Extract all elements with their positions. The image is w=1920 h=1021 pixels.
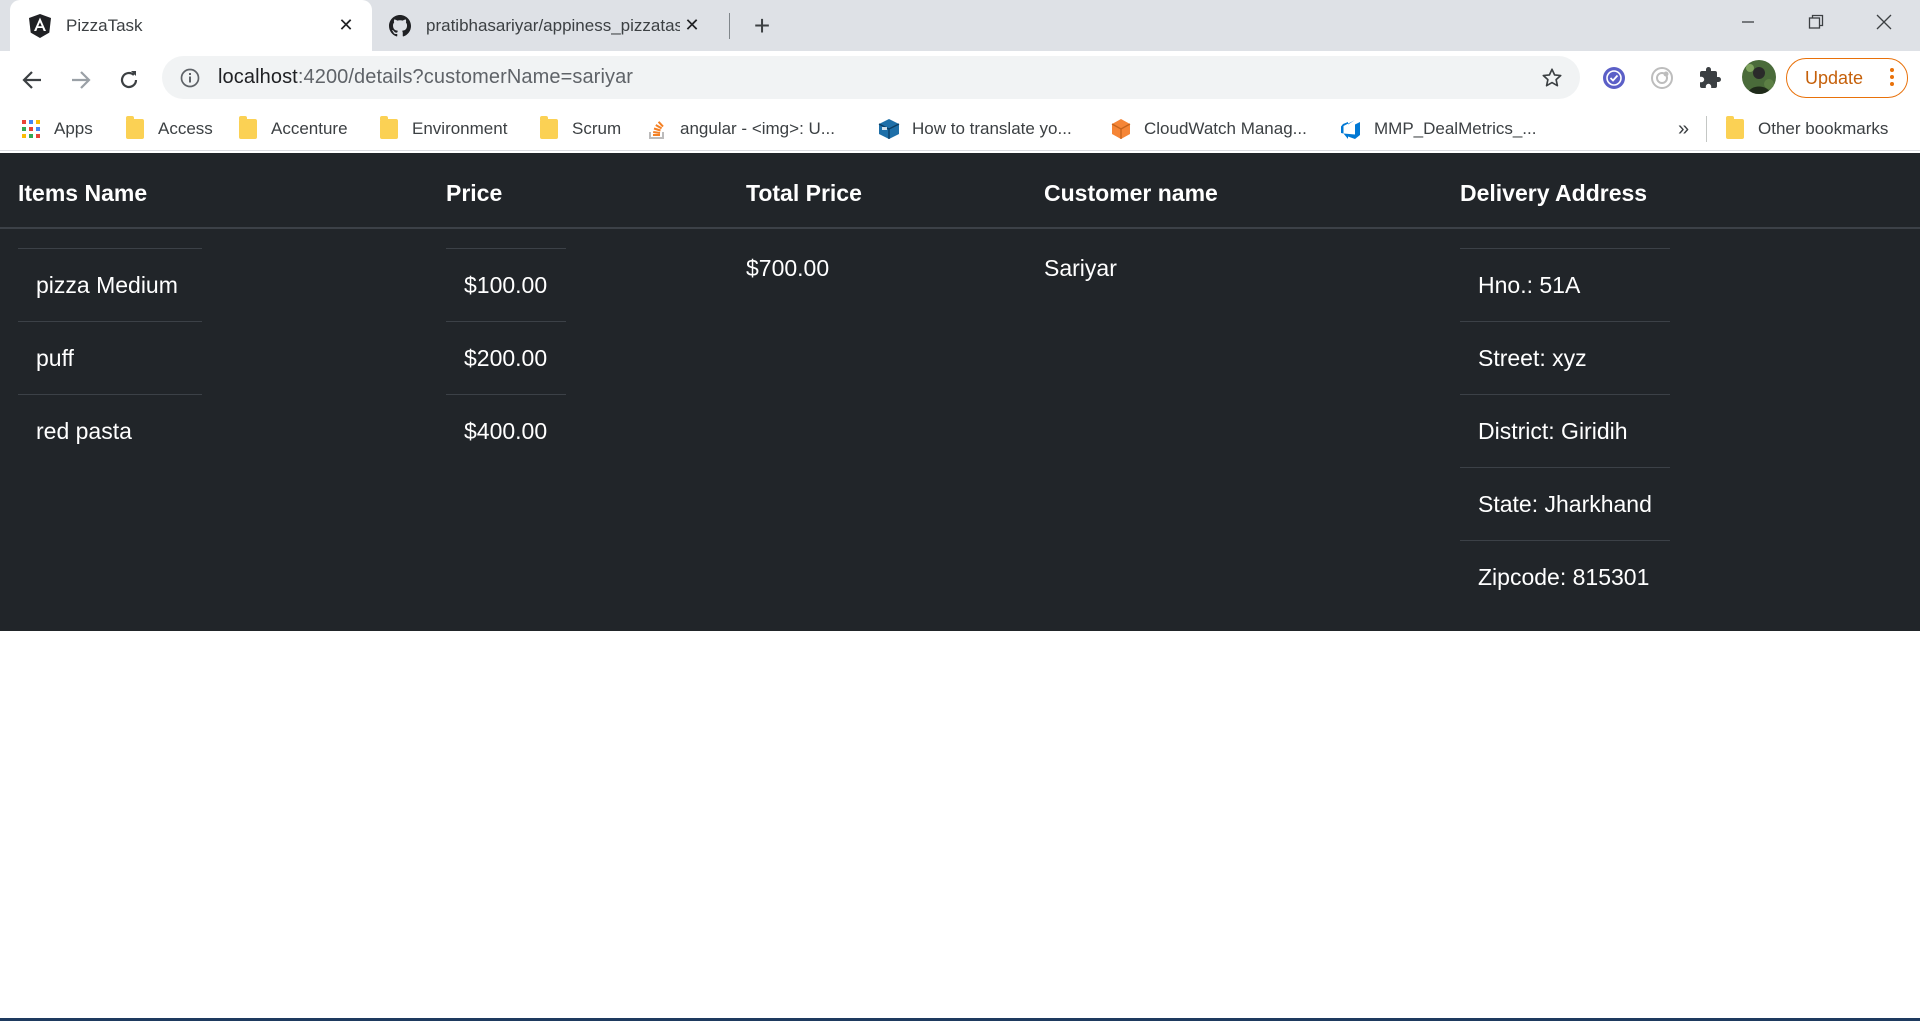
extension-target-icon[interactable]	[1646, 62, 1678, 94]
azure-devops-icon	[1340, 118, 1362, 140]
address-bar[interactable]: localhost:4200/details?customerName=sari…	[162, 56, 1580, 99]
bookmark-label: Environment	[412, 119, 508, 138]
forward-button[interactable]	[63, 62, 99, 98]
list-item: Hno.: 51A	[1460, 249, 1670, 322]
header-total-price: Total Price	[746, 180, 862, 206]
prices-list: $100.00 $200.00 $400.00	[446, 248, 566, 468]
customer-name-value: Sariyar	[1044, 255, 1117, 281]
list-item: $400.00	[464, 418, 548, 444]
list-item: puff	[18, 322, 202, 395]
url-text[interactable]: localhost:4200/details?customerName=sari…	[218, 66, 633, 89]
bookmark-other[interactable]: Other bookmarks	[1724, 107, 1888, 151]
bookmark-star-icon[interactable]	[1538, 64, 1566, 92]
update-label: Update	[1805, 67, 1864, 88]
bookmark-mmp[interactable]: MMP_DealMetrics_...	[1340, 107, 1536, 151]
bookmark-label: Scrum	[572, 119, 622, 138]
bookmark-label: Apps	[54, 119, 93, 138]
list-item: Zipcode: 815301	[1478, 564, 1650, 590]
menu-dots-icon	[1889, 68, 1895, 86]
back-button[interactable]	[14, 62, 50, 98]
folder-icon	[124, 116, 146, 140]
bookmark-label: Other bookmarks	[1758, 119, 1889, 138]
bookmark-label: CloudWatch Manag...	[1144, 119, 1307, 138]
folder-icon	[1724, 116, 1746, 140]
list-item: $200.00	[446, 322, 566, 395]
list-item: District: Giridih	[1460, 395, 1670, 468]
bookmark-label: MMP_DealMetrics_...	[1374, 119, 1537, 138]
list-item: pizza Medium	[18, 249, 202, 322]
bookmarks-bar: Apps Access Accenture Environment Scrum …	[0, 107, 1920, 151]
extension-check-icon[interactable]	[1598, 62, 1630, 94]
toolbar: localhost:4200/details?customerName=sari…	[0, 0, 1920, 107]
site-info-icon[interactable]	[176, 64, 204, 92]
stackoverflow-icon	[646, 118, 668, 140]
bookmark-cloudwatch[interactable]: CloudWatch Manag...	[1110, 107, 1307, 151]
header-customer-name: Customer name	[1044, 180, 1218, 206]
header-delivery-address: Delivery Address	[1460, 180, 1648, 206]
bookmark-angular[interactable]: angular - <img>: U...	[646, 107, 835, 151]
list-item: $100.00	[446, 249, 566, 322]
bookmark-label: How to translate yo...	[912, 119, 1072, 138]
bookmark-label: Access	[158, 119, 213, 138]
bookmark-accenture[interactable]: Accenture	[237, 107, 348, 151]
reload-button[interactable]	[111, 62, 147, 98]
overflow-label: »	[1678, 117, 1690, 140]
header-items-name: Items Name	[18, 180, 148, 206]
header-price: Price	[446, 180, 503, 206]
list-item: Street: xyz	[1460, 322, 1670, 395]
apps-grid-icon	[20, 118, 42, 140]
bookmarks-overflow-button[interactable]: »	[1678, 107, 1689, 151]
url-host: localhost	[218, 66, 298, 88]
bookmark-label: angular - <img>: U...	[680, 119, 835, 138]
table-header-row: Items Name Price Total Price Customer na…	[0, 153, 1920, 229]
bookmark-access[interactable]: Access	[124, 107, 213, 151]
update-button[interactable]: Update	[1786, 58, 1908, 98]
folder-icon	[538, 116, 560, 140]
bookmarks-separator	[1706, 116, 1707, 142]
bookmark-translate[interactable]: How to translate yo...	[878, 107, 1072, 151]
bookmark-environment[interactable]: Environment	[378, 107, 507, 151]
list-item: State: Jharkhand	[1460, 468, 1670, 541]
bookmark-scrum[interactable]: Scrum	[538, 107, 621, 151]
profile-avatar[interactable]	[1742, 60, 1776, 94]
box-icon	[878, 118, 900, 140]
total-price-value: $700.00	[746, 255, 830, 281]
folder-icon	[378, 116, 400, 140]
folder-icon	[237, 116, 259, 140]
bookmark-label: Accenture	[271, 119, 348, 138]
order-details-table: Items Name Price Total Price Customer na…	[0, 153, 1920, 631]
browser-window: PizzaTask ✕ pratibhasariyar/appiness_piz…	[0, 0, 1920, 151]
list-item: red pasta	[36, 418, 132, 444]
bookmark-apps[interactable]: Apps	[20, 107, 93, 151]
address-list: Hno.: 51A Street: xyz District: Giridih …	[1460, 248, 1670, 614]
items-list: pizza Medium puff red pasta	[18, 248, 202, 468]
aws-icon	[1110, 118, 1132, 140]
extensions-puzzle-icon[interactable]	[1694, 62, 1726, 94]
url-path: :4200/details?customerName=sariyar	[297, 66, 634, 88]
